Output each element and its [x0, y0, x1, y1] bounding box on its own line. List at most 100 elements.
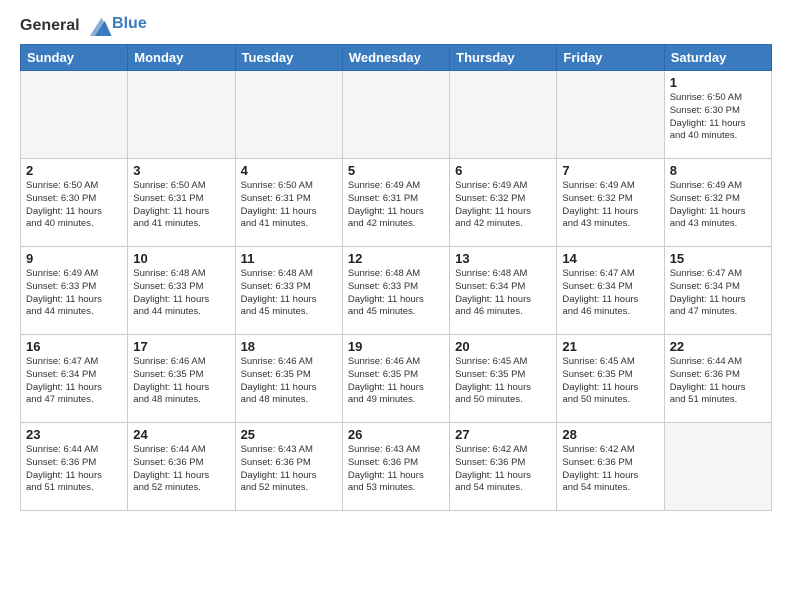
- day-info: Sunrise: 6:47 AM Sunset: 6:34 PM Dayligh…: [670, 268, 766, 319]
- calendar-empty-cell: [128, 71, 235, 159]
- day-info: Sunrise: 6:49 AM Sunset: 6:33 PM Dayligh…: [26, 268, 122, 319]
- day-info: Sunrise: 6:44 AM Sunset: 6:36 PM Dayligh…: [133, 444, 229, 495]
- day-number: 15: [670, 251, 766, 266]
- calendar-empty-cell: [557, 71, 664, 159]
- calendar-empty-cell: [235, 71, 342, 159]
- calendar-empty-cell: [342, 71, 449, 159]
- calendar-header-thursday: Thursday: [450, 45, 557, 71]
- calendar-day-5: 5 Sunrise: 6:49 AM Sunset: 6:31 PM Daylig…: [342, 159, 449, 247]
- calendar-empty-cell: [664, 423, 771, 511]
- day-number: 16: [26, 339, 122, 354]
- day-info: Sunrise: 6:50 AM Sunset: 6:30 PM Dayligh…: [26, 180, 122, 231]
- calendar-day-16: 16 Sunrise: 6:47 AM Sunset: 6:34 PM Dayli…: [21, 335, 128, 423]
- day-info: Sunrise: 6:46 AM Sunset: 6:35 PM Dayligh…: [133, 356, 229, 407]
- calendar-day-2: 2 Sunrise: 6:50 AM Sunset: 6:30 PM Daylig…: [21, 159, 128, 247]
- day-info: Sunrise: 6:45 AM Sunset: 6:35 PM Dayligh…: [562, 356, 658, 407]
- calendar-week-row: 2 Sunrise: 6:50 AM Sunset: 6:30 PM Daylig…: [21, 159, 772, 247]
- logo: General Blue: [20, 16, 147, 36]
- day-info: Sunrise: 6:46 AM Sunset: 6:35 PM Dayligh…: [348, 356, 444, 407]
- day-number: 1: [670, 75, 766, 90]
- header: General Blue: [20, 16, 772, 36]
- calendar-day-6: 6Sunrise: 6:49 AM Sunset: 6:32 PM Daylig…: [450, 159, 557, 247]
- day-info: Sunrise: 6:44 AM Sunset: 6:36 PM Dayligh…: [26, 444, 122, 495]
- calendar-day-13: 13 Sunrise: 6:48 AM Sunset: 6:34 PM Dayli…: [450, 247, 557, 335]
- calendar-day-3: 3 Sunrise: 6:50 AM Sunset: 6:31 PM Daylig…: [128, 159, 235, 247]
- calendar-day-23: 23 Sunrise: 6:44 AM Sunset: 6:36 PM Dayli…: [21, 423, 128, 511]
- calendar-header-friday: Friday: [557, 45, 664, 71]
- day-number: 11: [241, 251, 337, 266]
- calendar-day-8: 8 Sunrise: 6:49 AM Sunset: 6:32 PM Daylig…: [664, 159, 771, 247]
- calendar-empty-cell: [450, 71, 557, 159]
- day-number: 14: [562, 251, 658, 266]
- calendar-day-14: 14 Sunrise: 6:47 AM Sunset: 6:34 PM Dayli…: [557, 247, 664, 335]
- day-number: 5: [348, 163, 444, 178]
- day-number: 13: [455, 251, 551, 266]
- calendar-day-4: 4 Sunrise: 6:50 AM Sunset: 6:31 PM Daylig…: [235, 159, 342, 247]
- day-info: Sunrise: 6:42 AM Sunset: 6:36 PM Dayligh…: [455, 444, 551, 495]
- calendar-day-7: 7 Sunrise: 6:49 AM Sunset: 6:32 PM Daylig…: [557, 159, 664, 247]
- calendar-header-monday: Monday: [128, 45, 235, 71]
- calendar-header-wednesday: Wednesday: [342, 45, 449, 71]
- day-number: 6: [455, 163, 551, 178]
- day-number: 18: [241, 339, 337, 354]
- calendar-day-10: 10Sunrise: 6:48 AM Sunset: 6:33 PM Dayli…: [128, 247, 235, 335]
- calendar-day-22: 22Sunrise: 6:44 AM Sunset: 6:36 PM Dayli…: [664, 335, 771, 423]
- logo-blue: Blue: [112, 15, 147, 32]
- calendar-day-20: 20 Sunrise: 6:45 AM Sunset: 6:35 PM Dayli…: [450, 335, 557, 423]
- day-number: 12: [348, 251, 444, 266]
- day-info: Sunrise: 6:50 AM Sunset: 6:30 PM Dayligh…: [670, 92, 766, 143]
- day-number: 22: [670, 339, 766, 354]
- calendar-day-12: 12 Sunrise: 6:48 AM Sunset: 6:33 PM Dayli…: [342, 247, 449, 335]
- calendar-week-row: 1 Sunrise: 6:50 AM Sunset: 6:30 PM Daylig…: [21, 71, 772, 159]
- calendar-day-1: 1 Sunrise: 6:50 AM Sunset: 6:30 PM Daylig…: [664, 71, 771, 159]
- logo-icon: [86, 16, 112, 36]
- calendar-day-19: 19Sunrise: 6:46 AM Sunset: 6:35 PM Dayli…: [342, 335, 449, 423]
- calendar-empty-cell: [21, 71, 128, 159]
- calendar-day-27: 27Sunrise: 6:42 AM Sunset: 6:36 PM Dayli…: [450, 423, 557, 511]
- day-number: 2: [26, 163, 122, 178]
- calendar-week-row: 23 Sunrise: 6:44 AM Sunset: 6:36 PM Dayli…: [21, 423, 772, 511]
- calendar-day-21: 21 Sunrise: 6:45 AM Sunset: 6:35 PM Dayli…: [557, 335, 664, 423]
- day-info: Sunrise: 6:43 AM Sunset: 6:36 PM Dayligh…: [348, 444, 444, 495]
- calendar-day-15: 15 Sunrise: 6:47 AM Sunset: 6:34 PM Dayli…: [664, 247, 771, 335]
- day-number: 4: [241, 163, 337, 178]
- day-number: 28: [562, 427, 658, 442]
- day-info: Sunrise: 6:45 AM Sunset: 6:35 PM Dayligh…: [455, 356, 551, 407]
- calendar-header-sunday: Sunday: [21, 45, 128, 71]
- day-number: 8: [670, 163, 766, 178]
- day-number: 17: [133, 339, 229, 354]
- day-number: 26: [348, 427, 444, 442]
- day-number: 20: [455, 339, 551, 354]
- day-info: Sunrise: 6:49 AM Sunset: 6:31 PM Dayligh…: [348, 180, 444, 231]
- calendar-week-row: 9 Sunrise: 6:49 AM Sunset: 6:33 PM Daylig…: [21, 247, 772, 335]
- calendar-day-17: 17 Sunrise: 6:46 AM Sunset: 6:35 PM Dayli…: [128, 335, 235, 423]
- day-info: Sunrise: 6:42 AM Sunset: 6:36 PM Dayligh…: [562, 444, 658, 495]
- page: General Blue SundayMondayTuesdayWednesda…: [0, 0, 792, 521]
- calendar-header-row: SundayMondayTuesdayWednesdayThursdayFrid…: [21, 45, 772, 71]
- day-info: Sunrise: 6:48 AM Sunset: 6:33 PM Dayligh…: [348, 268, 444, 319]
- day-number: 21: [562, 339, 658, 354]
- day-number: 24: [133, 427, 229, 442]
- day-info: Sunrise: 6:47 AM Sunset: 6:34 PM Dayligh…: [562, 268, 658, 319]
- day-info: Sunrise: 6:49 AM Sunset: 6:32 PM Dayligh…: [670, 180, 766, 231]
- day-number: 23: [26, 427, 122, 442]
- calendar-day-11: 11Sunrise: 6:48 AM Sunset: 6:33 PM Dayli…: [235, 247, 342, 335]
- calendar-day-25: 25Sunrise: 6:43 AM Sunset: 6:36 PM Dayli…: [235, 423, 342, 511]
- day-info: Sunrise: 6:47 AM Sunset: 6:34 PM Dayligh…: [26, 356, 122, 407]
- day-info: Sunrise: 6:50 AM Sunset: 6:31 PM Dayligh…: [241, 180, 337, 231]
- logo-general: General: [20, 17, 80, 34]
- day-number: 3: [133, 163, 229, 178]
- day-number: 9: [26, 251, 122, 266]
- day-info: Sunrise: 6:50 AM Sunset: 6:31 PM Dayligh…: [133, 180, 229, 231]
- day-info: Sunrise: 6:48 AM Sunset: 6:33 PM Dayligh…: [133, 268, 229, 319]
- day-number: 7: [562, 163, 658, 178]
- day-info: Sunrise: 6:43 AM Sunset: 6:36 PM Dayligh…: [241, 444, 337, 495]
- calendar-day-18: 18 Sunrise: 6:46 AM Sunset: 6:35 PM Dayli…: [235, 335, 342, 423]
- calendar-table: SundayMondayTuesdayWednesdayThursdayFrid…: [20, 44, 772, 511]
- day-info: Sunrise: 6:48 AM Sunset: 6:34 PM Dayligh…: [455, 268, 551, 319]
- day-info: Sunrise: 6:49 AM Sunset: 6:32 PM Dayligh…: [562, 180, 658, 231]
- calendar-header-tuesday: Tuesday: [235, 45, 342, 71]
- calendar-day-26: 26 Sunrise: 6:43 AM Sunset: 6:36 PM Dayli…: [342, 423, 449, 511]
- day-info: Sunrise: 6:46 AM Sunset: 6:35 PM Dayligh…: [241, 356, 337, 407]
- calendar-day-24: 24 Sunrise: 6:44 AM Sunset: 6:36 PM Dayli…: [128, 423, 235, 511]
